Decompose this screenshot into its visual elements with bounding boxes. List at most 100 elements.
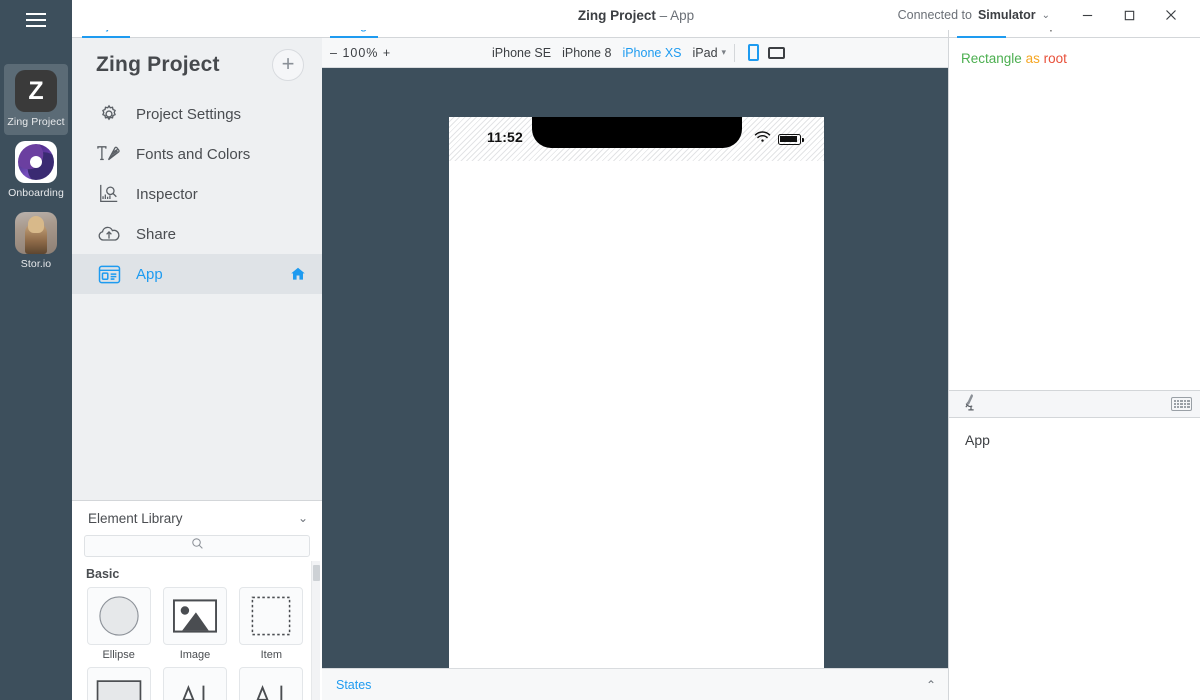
dock-item-zing-project[interactable]: Z Zing Project (4, 64, 68, 135)
element-label: Item (261, 649, 282, 661)
connection-target: Simulator (978, 8, 1036, 22)
element-text-input[interactable] (237, 667, 306, 700)
outline-keyword: as (1026, 51, 1040, 66)
status-indicators (754, 130, 801, 148)
connection-selector[interactable]: Connected to Simulator ⌄ (898, 8, 1050, 22)
element-label: Image (180, 649, 211, 661)
canvas[interactable]: 11:52 (322, 68, 948, 668)
section-title-basic: Basic (72, 557, 322, 587)
minimize-button[interactable] (1066, 0, 1108, 30)
dock-item-label: Stor.io (0, 258, 72, 270)
maximize-button[interactable] (1108, 0, 1150, 30)
detail-value: App (949, 418, 1200, 700)
landscape-icon[interactable] (768, 47, 785, 59)
zoom-level: 100% (342, 46, 378, 60)
menu-item-share[interactable]: Share (72, 214, 322, 254)
element-library-search-wrap (72, 535, 322, 557)
zoom-control[interactable]: – 100% + (322, 46, 391, 60)
device-iphone-8[interactable]: iPhone 8 (562, 46, 611, 60)
states-bar[interactable]: States ⌃ (322, 668, 948, 700)
chevron-down-icon[interactable]: ⌄ (1042, 10, 1050, 21)
text-icon (163, 667, 227, 700)
element-grid: Ellipse Image (72, 587, 322, 700)
disc-icon (15, 141, 57, 183)
device-iphone-se[interactable]: iPhone SE (492, 46, 551, 60)
outline-node-type: Rectangle (961, 51, 1022, 66)
chevron-up-icon[interactable]: ⌃ (926, 678, 936, 692)
zoom-in-button[interactable]: + (383, 46, 391, 60)
plus-icon: + (282, 53, 295, 75)
device-iphone-xs[interactable]: iPhone XS (622, 46, 681, 60)
home-icon[interactable] (290, 266, 306, 286)
device-status-bar: 11:52 (449, 117, 824, 161)
ellipse-icon (87, 587, 151, 645)
window-title-separator: – (656, 8, 670, 23)
menu-item-label: App (136, 266, 163, 283)
menu-item-inspector[interactable]: Inspector (72, 174, 322, 214)
close-button[interactable] (1150, 0, 1192, 30)
photo-icon (15, 212, 57, 254)
rectangle-icon (87, 667, 151, 700)
menu-item-app[interactable]: App (72, 254, 322, 294)
device-ipad[interactable]: iPad (693, 46, 718, 60)
device-selector: iPhone SE iPhone 8 iPhone XS iPad ▾ (492, 46, 726, 60)
microphone-icon[interactable] (963, 393, 979, 416)
title-bar: Zing Project – App Connected to Simulato… (72, 0, 1200, 30)
app-layout-icon (96, 261, 122, 287)
menu-item-fonts-and-colors[interactable]: Fonts and Colors (72, 134, 322, 174)
element-ellipse[interactable]: Ellipse (84, 587, 153, 661)
outline-row[interactable]: Rectangle as root (961, 50, 1200, 69)
cloud-upload-icon (96, 221, 122, 247)
element-image[interactable]: Image (160, 587, 229, 661)
dock-item-list: Z Zing Project Onboarding Stor.io (0, 64, 72, 277)
status-time: 11:52 (487, 129, 523, 145)
project-menu: Project Settings Fonts and Colors (72, 94, 322, 294)
element-text[interactable] (160, 667, 229, 700)
dock-item-label: Zing Project (0, 116, 72, 128)
element-item[interactable]: Item (237, 587, 306, 661)
dock-item-label: Onboarding (0, 187, 72, 199)
annotation-bar (949, 390, 1200, 418)
element-library-panel: Element Library ⌄ Basic (72, 500, 322, 700)
dock-item-storio[interactable]: Stor.io (0, 206, 72, 277)
item-icon (239, 587, 303, 645)
scrollbar-thumb[interactable] (313, 565, 320, 581)
chevron-down-icon[interactable]: ⌄ (298, 511, 308, 525)
device-preview[interactable]: 11:52 (449, 117, 824, 668)
application-window: Z Zing Project Onboarding Stor.io Projec… (0, 0, 1200, 700)
element-library-scrollbar[interactable] (311, 561, 320, 700)
menu-item-project-settings[interactable]: Project Settings (72, 94, 322, 134)
element-rectangle[interactable] (84, 667, 153, 700)
design-toolbar: – 100% + iPhone SE iPhone 8 iPhone XS iP… (322, 38, 948, 68)
menu-item-label: Inspector (136, 186, 198, 203)
menu-item-label: Fonts and Colors (136, 146, 250, 163)
portrait-icon[interactable] (748, 44, 759, 61)
search-icon (191, 537, 204, 555)
text-input-icon (239, 667, 303, 700)
window-title-document: App (670, 8, 694, 23)
menu-item-label: Share (136, 226, 176, 243)
chevron-down-icon[interactable]: ▾ (722, 47, 727, 58)
z-logo-icon: Z (15, 70, 57, 112)
image-icon (163, 587, 227, 645)
window-title-project: Zing Project (578, 8, 656, 23)
project-panel: Project Zing Project + Project Settings (72, 0, 322, 700)
window-buttons (1066, 0, 1192, 30)
element-label: Ellipse (102, 649, 134, 661)
dock-item-onboarding[interactable]: Onboarding (0, 135, 72, 206)
element-library-header[interactable]: Element Library ⌄ (72, 501, 322, 535)
states-label[interactable]: States (336, 678, 371, 692)
keyboard-icon[interactable] (1171, 397, 1192, 411)
outline-node-id: root (1044, 51, 1067, 66)
add-button[interactable]: + (272, 49, 304, 81)
notch (532, 117, 742, 148)
outline-tree: Rectangle as root (949, 38, 1200, 390)
app-dock: Z Zing Project Onboarding Stor.io (0, 0, 72, 700)
gear-icon (96, 101, 122, 127)
menu-button[interactable] (0, 0, 72, 36)
inspector-icon (96, 181, 122, 207)
zoom-out-button[interactable]: – (330, 46, 338, 60)
element-library-title: Element Library (88, 511, 183, 526)
font-palette-icon (96, 141, 122, 167)
search-input[interactable] (84, 535, 310, 557)
